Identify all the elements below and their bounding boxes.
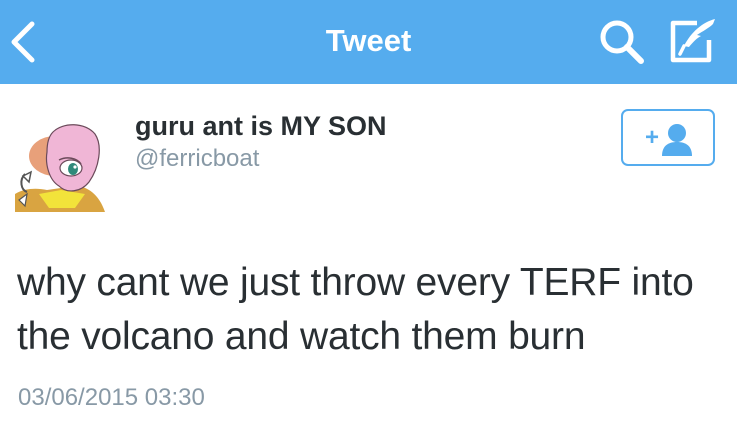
tweet-text: why cant we just throw every TERF into t…	[17, 261, 694, 358]
user-handle[interactable]: @ferricboat	[135, 145, 259, 173]
follow-plus-label: +	[645, 124, 659, 151]
tweet-detail: guru ant is MY SON @ferricboat + why can…	[0, 84, 737, 442]
follow-button[interactable]: +	[621, 109, 715, 166]
back-button[interactable]	[6, 14, 46, 70]
nav-bar: Tweet	[0, 0, 737, 84]
search-icon	[600, 20, 644, 64]
avatar[interactable]	[15, 112, 105, 212]
tweet-timestamp: 03/06/2015 03:30	[18, 384, 205, 411]
display-name[interactable]: guru ant is MY SON	[135, 111, 387, 142]
search-button[interactable]	[598, 18, 646, 66]
compose-button[interactable]	[667, 16, 719, 66]
chevron-left-icon	[11, 21, 35, 63]
follow-user-icon: +	[645, 124, 692, 156]
compose-quill-icon	[670, 19, 715, 63]
